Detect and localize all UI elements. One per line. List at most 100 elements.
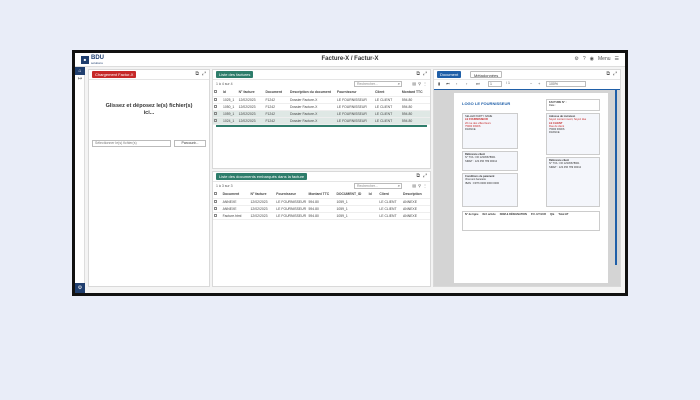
file-picker: Sélectionner le(s) fichier(s) Parcourir.… xyxy=(92,140,206,147)
filter-icon[interactable]: ⚲ xyxy=(418,183,421,188)
expand-icon[interactable]: ⤢ xyxy=(423,173,427,179)
record-count: 1 à 3 sur 3 xyxy=(216,184,233,188)
column-header[interactable]: N° facture xyxy=(237,89,265,97)
settings-icon[interactable]: ⚙ xyxy=(574,56,578,62)
tab-upload[interactable]: Chargement Factur-X xyxy=(92,71,137,78)
column-header[interactable]: Client xyxy=(374,89,401,97)
selection-bar xyxy=(216,124,427,127)
sidebar-toggle-icon[interactable]: ▮ xyxy=(438,81,440,86)
first-page-icon[interactable]: ⏮ xyxy=(446,81,450,86)
select-all-checkbox[interactable] xyxy=(214,192,217,196)
table-row[interactable]: ANNEXE 12/02/2023 LE FOURNISSEUR 594.80 … xyxy=(213,198,430,206)
prev-page-icon[interactable]: ‹ xyxy=(456,81,457,86)
table-row[interactable]: 1050_1 12/02/2023 F1242 Dossier Facture-… xyxy=(213,103,430,111)
attached-toolbar: 1 à 3 sur 3 Rechercher... ⌕ ▤ ⚲ ⋮ xyxy=(213,182,430,191)
top-icons: ⚙ ? ◉ Menu ☰ xyxy=(574,56,619,62)
column-header[interactable]: Montant TTC xyxy=(400,89,430,97)
last-page-icon[interactable]: ⏭ xyxy=(476,81,480,86)
viewer-panel-header: Document Métadonnées ⧉ ⤢ xyxy=(434,70,620,80)
invoice-table: Id N° facture Document Description du do… xyxy=(213,89,430,125)
more-icon[interactable]: ⋮ xyxy=(423,183,427,188)
expand-icon[interactable]: ⤢ xyxy=(423,71,427,77)
column-header[interactable]: Id xyxy=(367,191,379,199)
tab-invoices[interactable]: Liste des factures xyxy=(216,71,254,78)
export-icon[interactable]: ▤ xyxy=(412,183,416,188)
column-header[interactable]: Montant TTC xyxy=(307,191,336,199)
row-checkbox[interactable] xyxy=(214,104,217,108)
buyer-block: Adresse de Livraison Soyez content merci… xyxy=(546,113,600,155)
menu-icon[interactable]: ☰ xyxy=(615,56,619,62)
page-number-input[interactable]: 1 xyxy=(488,81,502,87)
column-header[interactable]: Fournisseur xyxy=(336,89,375,97)
rail-home-icon[interactable]: ⌂ xyxy=(75,67,85,75)
search-icon: ⌕ xyxy=(397,183,400,188)
expand-icon[interactable]: ⤢ xyxy=(202,71,206,77)
tab-metadata[interactable]: Métadonnées xyxy=(470,71,503,78)
rail-expand-icon[interactable]: ↦ xyxy=(75,75,85,83)
detach-icon[interactable]: ⧉ xyxy=(416,71,420,77)
column-header[interactable]: Document xyxy=(221,191,250,199)
zoom-select[interactable]: 100% xyxy=(546,81,586,87)
column-header[interactable]: Description du document xyxy=(289,89,336,97)
detach-icon[interactable]: ⧉ xyxy=(606,71,610,77)
table-row[interactable]: 1025_1 12/02/2023 F1242 Dossier Facture-… xyxy=(213,96,430,104)
filter-icon[interactable]: ⚲ xyxy=(418,81,421,86)
invoice-number-block: FACTURE N° : Date : xyxy=(546,99,600,111)
table-row[interactable]: Facture.html 12/02/2023 LE FOURNISSEUR 5… xyxy=(213,212,430,220)
buyer-details-block: Référence client N° TVA : FR 12345678901… xyxy=(546,157,600,207)
help-icon[interactable]: ? xyxy=(583,56,586,62)
user-icon[interactable]: ◉ xyxy=(590,56,594,62)
table-row[interactable]: ANNEXE 12/02/2023 LE FOURNISSEUR 594.80 … xyxy=(213,205,430,213)
upload-panel: Chargement Factur-X ⧉ ⤢ Glissez et dépos… xyxy=(88,69,210,287)
page-title: Facture-X / Factur-X xyxy=(321,56,379,62)
row-checkbox[interactable] xyxy=(214,206,217,210)
table-header-row: Id N° facture Document Description du do… xyxy=(213,89,430,97)
search-input[interactable]: Rechercher... ⌕ xyxy=(354,183,402,189)
drop-zone[interactable]: Glissez et déposez le(s) fichier(s) ici.… xyxy=(92,84,206,136)
detach-icon[interactable]: ⧉ xyxy=(416,173,420,179)
rail-settings-icon[interactable]: ⚙ xyxy=(75,283,85,293)
row-checkbox[interactable] xyxy=(214,111,217,115)
document-scrollbar[interactable] xyxy=(615,90,617,265)
zoom-in-icon[interactable]: + xyxy=(538,81,540,86)
supplier-block: SELLER PARTY NAME LE FOURNISSEUR 20 rue … xyxy=(462,113,518,149)
next-page-icon[interactable]: › xyxy=(466,81,467,86)
detach-icon[interactable]: ⧉ xyxy=(195,71,199,77)
search-icon: ⌕ xyxy=(397,81,400,86)
column-header[interactable]: Document xyxy=(264,89,290,97)
row-checkbox[interactable] xyxy=(214,118,217,122)
file-input[interactable]: Sélectionner le(s) fichier(s) xyxy=(92,140,171,147)
export-icon[interactable]: ▤ xyxy=(412,81,416,86)
document-logo-text: LOGO LE FOURNISSEUR xyxy=(462,101,511,106)
app-window: ■ BDU solutions Facture-X / Factur-X ⚙ ?… xyxy=(75,53,625,293)
column-header[interactable]: Id xyxy=(221,89,238,97)
column-header[interactable]: Client xyxy=(378,191,403,199)
column-header[interactable]: Description xyxy=(402,191,430,199)
column-header[interactable]: Fournisseur xyxy=(275,191,308,199)
row-checkbox[interactable] xyxy=(214,199,217,203)
page-total: / 1 xyxy=(506,81,510,85)
expand-icon[interactable]: ⤢ xyxy=(613,71,617,77)
attached-panel-header: Liste des documents embarqués dans la fa… xyxy=(213,172,430,182)
payment-block: Conditions de paiement Virement bancaire… xyxy=(462,173,518,207)
column-header[interactable]: N° facture xyxy=(249,191,276,199)
table-row[interactable]: 1059_1 12/02/2023 F1242 Dossier Facture-… xyxy=(213,110,430,118)
menu-label[interactable]: Menu xyxy=(598,56,611,62)
tab-document[interactable]: Document xyxy=(437,71,462,78)
document-page: LOGO LE FOURNISSEUR SELLER PARTY NAME LE… xyxy=(454,93,608,283)
viewer-toolbar: ▮ ⏮ ‹ › ⏭ 1 / 1 − + 100% xyxy=(434,80,620,89)
attached-docs-panel: Liste des documents embarqués dans la fa… xyxy=(212,171,431,287)
references-block: Référence client N° TVA : FR 12345678901… xyxy=(462,151,518,171)
zoom-out-icon[interactable]: − xyxy=(530,81,532,86)
row-checkbox[interactable] xyxy=(214,213,217,217)
tab-attached-docs[interactable]: Liste des documents embarqués dans la fa… xyxy=(216,173,308,180)
more-icon[interactable]: ⋮ xyxy=(423,81,427,86)
row-checkbox[interactable] xyxy=(214,97,217,101)
column-header[interactable] xyxy=(213,89,222,97)
column-header[interactable]: DOCUMENT_ID xyxy=(335,191,368,199)
browse-button[interactable]: Parcourir... xyxy=(174,140,206,147)
search-input[interactable]: Rechercher... ⌕ xyxy=(354,81,402,87)
select-all-checkbox[interactable] xyxy=(214,90,217,94)
table-row[interactable]: 1024_1 12/02/2023 F1242 Dossier Facture-… xyxy=(213,117,430,125)
invoice-toolbar: 1 à 4 sur 4 Rechercher... ⌕ ▤ ⚲ ⋮ xyxy=(213,80,430,89)
